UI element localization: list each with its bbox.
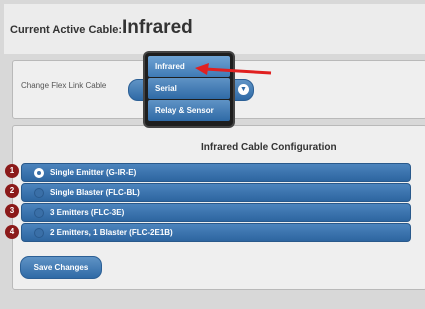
chevron-down-icon: ▼	[238, 84, 249, 95]
radio-icon[interactable]	[34, 188, 44, 198]
step-badge: 1	[5, 164, 19, 178]
option-single-blaster[interactable]: Single Blaster (FLC-BL)	[21, 183, 411, 202]
radio-icon[interactable]	[34, 168, 44, 178]
config-title: Infrared Cable Configuration	[201, 142, 337, 153]
radio-icon[interactable]	[34, 228, 44, 238]
active-cable-caption: Current Active Cable:	[10, 24, 123, 36]
step-badge: 4	[5, 225, 19, 239]
step-badge: 3	[5, 204, 19, 218]
flex-link-label: Change Flex Link Cable	[21, 81, 107, 90]
option-label: Single Emitter (G-IR-E)	[50, 168, 137, 177]
option-label: Single Blaster (FLC-BL)	[50, 188, 140, 197]
option-label: 3 Emitters (FLC-3E)	[50, 208, 125, 217]
option-single-emitter[interactable]: Single Emitter (G-IR-E)	[21, 163, 411, 182]
option-3-emitters[interactable]: 3 Emitters (FLC-3E)	[21, 203, 411, 222]
red-arrow-icon	[195, 63, 272, 75]
active-cable-header: Current Active Cable: Infrared	[4, 4, 425, 54]
step-badge: 2	[5, 184, 19, 198]
dropdown-item-serial[interactable]: Serial	[148, 78, 230, 99]
option-label: 2 Emitters, 1 Blaster (FLC-2E1B)	[50, 228, 173, 237]
active-cable-value: Infrared	[122, 17, 193, 38]
dropdown-item-relay-sensor[interactable]: Relay & Sensor	[148, 100, 230, 121]
option-2-emitters-1-blaster[interactable]: 2 Emitters, 1 Blaster (FLC-2E1B)	[21, 223, 411, 242]
save-changes-button[interactable]: Save Changes	[20, 256, 102, 279]
radio-icon[interactable]	[34, 208, 44, 218]
